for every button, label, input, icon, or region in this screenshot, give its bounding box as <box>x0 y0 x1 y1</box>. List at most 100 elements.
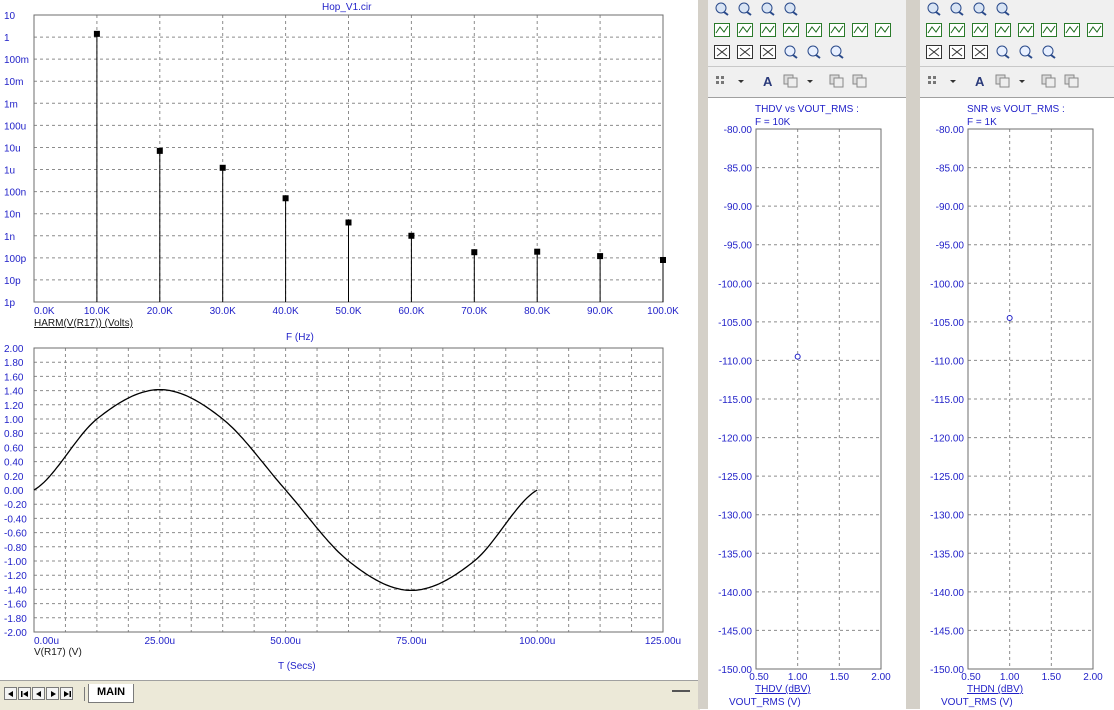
prev-first-button[interactable] <box>18 687 31 700</box>
harmonics-plot[interactable]: 10 1 100m 10m 1m 100u 10u 1u 100n 10n 1n 100p 10p 1p 0… <box>0 0 700 345</box>
cursor-high-icon[interactable] <box>970 21 990 39</box>
y-tick-label: -150.00 <box>718 665 752 676</box>
cursor-peak-icon[interactable] <box>924 21 944 39</box>
y-tick-label: -150.00 <box>930 665 964 676</box>
zoom-x-icon[interactable] <box>735 0 755 18</box>
data-point[interactable] <box>1006 315 1013 321</box>
cursor-fall-icon[interactable] <box>1062 21 1082 39</box>
zoom-in-icon[interactable] <box>781 43 801 61</box>
cursor-track-icon[interactable] <box>970 43 990 61</box>
cursor-next-icon[interactable] <box>1085 21 1105 39</box>
zoom-fit-icon[interactable] <box>924 0 944 18</box>
cursor-left-icon <box>714 45 730 59</box>
zoom-fit-icon[interactable] <box>712 0 732 18</box>
page-icon[interactable] <box>993 0 1013 18</box>
harmonic-marker <box>471 249 478 256</box>
cursor-low-icon[interactable] <box>993 21 1013 39</box>
font-icon[interactable]: A <box>758 72 778 90</box>
y-tick-label: 1 <box>4 33 10 44</box>
dropdown-icon[interactable] <box>1016 72 1036 90</box>
paste-icon[interactable] <box>850 72 870 90</box>
y-tick-label: -130.00 <box>930 511 964 522</box>
x-tick-label: 0.0K <box>34 306 55 317</box>
y-tick-label: -1.40 <box>4 585 27 596</box>
x-tick-label: 125.00u <box>645 636 681 647</box>
grid-icon[interactable] <box>712 72 732 90</box>
x-tick-label: 25.00u <box>145 636 176 647</box>
zoom-y-icon[interactable] <box>758 0 778 18</box>
cursor-slope-icon[interactable] <box>804 21 824 39</box>
x-tick-label: 50.00u <box>270 636 301 647</box>
last-sheet-button[interactable] <box>60 687 73 700</box>
cursor-rise-icon[interactable] <box>827 21 847 39</box>
zoom-x-icon[interactable] <box>947 0 967 18</box>
prev-sheet-button[interactable] <box>32 687 45 700</box>
copy-icon[interactable] <box>827 72 847 90</box>
cursor-peak-icon[interactable] <box>712 21 732 39</box>
snr-plot[interactable]: -80.00 -85.00 -90.00 -95.00 -100.00 -105.00 -1… <box>920 120 1114 690</box>
harmonics-trace-label[interactable]: HARM(V(R17)) (Volts) <box>34 318 133 329</box>
y-tick-label: -140.00 <box>930 588 964 599</box>
page-icon[interactable] <box>781 0 801 18</box>
zoom-y-icon[interactable] <box>970 0 990 18</box>
paste-icon[interactable] <box>1062 72 1082 90</box>
cursor-high-icon[interactable] <box>758 21 778 39</box>
color-icon[interactable] <box>781 72 801 90</box>
grid-icon[interactable] <box>924 72 944 90</box>
time-plot[interactable]: 2.00 1.80 1.60 1.40 1.20 1.00 0.80 0.60 0.40 0.20… <box>0 340 700 680</box>
thd-x-label: VOUT_RMS (V) <box>729 697 801 708</box>
zoom-window-icon <box>830 45 844 59</box>
cursor-both-icon[interactable] <box>735 43 755 61</box>
x-tick-label: 100.00u <box>519 636 555 647</box>
harmonic-marker <box>534 248 541 255</box>
harmonic-marker <box>597 253 604 260</box>
thd-panel-title: THDV vs VOUT_RMS : <box>755 104 859 115</box>
zoom-window-icon[interactable] <box>827 43 847 61</box>
cursor-left-icon[interactable] <box>712 43 732 61</box>
pane-divider-middle[interactable] <box>906 0 920 709</box>
color-icon[interactable] <box>993 72 1013 90</box>
zoom-out-icon[interactable] <box>804 43 824 61</box>
font-icon[interactable]: A <box>970 72 990 90</box>
thd-y-label[interactable]: THDV (dBV) <box>755 684 811 695</box>
svg-text:A: A <box>975 74 985 88</box>
zoom-x-icon <box>950 2 964 16</box>
cursor-low-icon[interactable] <box>781 21 801 39</box>
copy-icon[interactable] <box>1039 72 1059 90</box>
cursor-valley-icon[interactable] <box>735 21 755 39</box>
pane-divider-left[interactable] <box>698 0 708 709</box>
first-sheet-button[interactable] <box>4 687 17 700</box>
cursor-left-icon[interactable] <box>924 43 944 61</box>
dropdown-icon[interactable] <box>947 72 967 90</box>
zoom-in-icon[interactable] <box>993 43 1013 61</box>
time-trace-label[interactable]: V(R17) (V) <box>34 647 82 658</box>
cursor-valley-icon[interactable] <box>947 21 967 39</box>
zoom-out-icon <box>1019 45 1033 59</box>
data-point[interactable] <box>794 353 801 360</box>
dropdown-icon[interactable] <box>804 72 824 90</box>
horizontal-scrollbar-grip[interactable] <box>672 687 690 692</box>
cursor-track-icon[interactable] <box>758 43 778 61</box>
harmonic-marker <box>660 256 666 263</box>
snr-y-label[interactable]: THDN (dBV) <box>967 684 1023 695</box>
x-tick-label: 60.0K <box>398 306 424 317</box>
dropdown-icon[interactable] <box>735 72 755 90</box>
tab-main[interactable]: MAIN <box>88 684 135 703</box>
zoom-window-icon[interactable] <box>1039 43 1059 61</box>
thd-plot[interactable]: -80.00 -85.00 -90.00 -95.00 -100.00 -105.00 -1… <box>708 120 906 690</box>
y-tick-label: -145.00 <box>930 626 964 637</box>
x-tick-label: 100.0K <box>647 306 679 317</box>
y-tick-label: -115.00 <box>931 395 965 406</box>
cursor-fall-icon[interactable] <box>850 21 870 39</box>
cursor-slope-icon[interactable] <box>1016 21 1036 39</box>
y-tick-label: -145.00 <box>718 626 752 637</box>
zoom-out-icon[interactable] <box>1016 43 1036 61</box>
cursor-next-icon[interactable] <box>873 21 893 39</box>
cursor-both-icon[interactable] <box>947 43 967 61</box>
tab-separator <box>76 687 85 701</box>
y-tick-label: -1.60 <box>4 600 27 611</box>
zoom-in-icon <box>784 45 798 59</box>
y-tick-label: -140.00 <box>718 588 752 599</box>
next-sheet-button[interactable] <box>46 687 59 700</box>
cursor-rise-icon[interactable] <box>1039 21 1059 39</box>
